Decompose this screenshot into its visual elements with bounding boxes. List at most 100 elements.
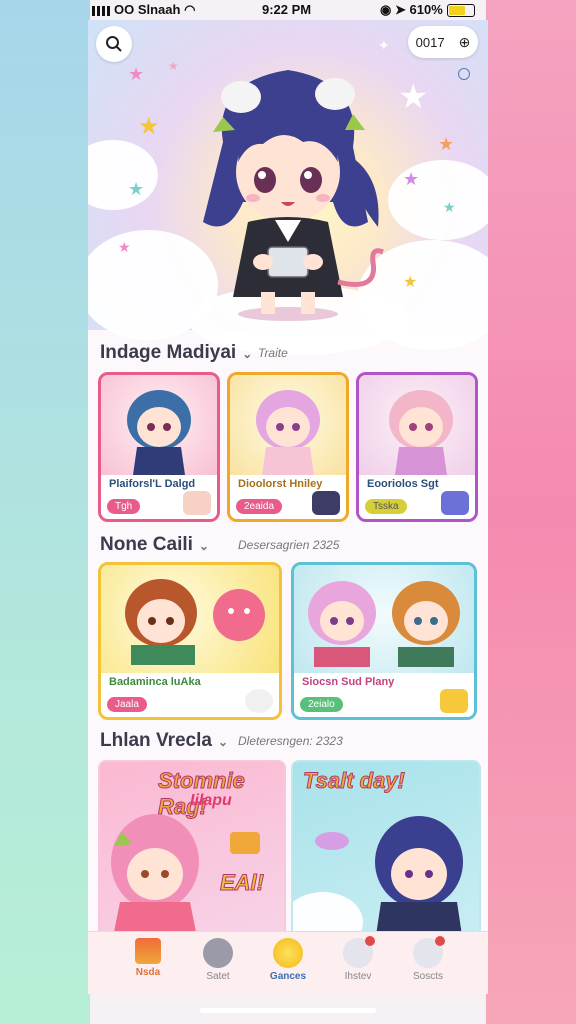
nav-label: Nsda: [135, 967, 161, 978]
avatar: [312, 491, 340, 515]
hero-banner: ★ ★ ★ ★ ★ ★ ★ ★ ★ ★ ✦ 0017 ⊕: [88, 20, 488, 355]
alarm-icon: ◉: [380, 2, 392, 17]
star-icon: ★: [168, 59, 179, 73]
card-title: Dioolorst Hniley: [238, 478, 323, 490]
game-card[interactable]: Eooriolos Sgt Tsska: [356, 372, 478, 522]
notification-badge: [435, 936, 445, 946]
background-left: [0, 0, 90, 1024]
card-tag: Jaala: [107, 697, 147, 712]
game-card[interactable]: Plaiforsl'L Dalgd Tgh: [98, 372, 220, 522]
card-art: [230, 375, 346, 475]
promo-banner[interactable]: Tsalt day!: [291, 760, 481, 944]
blob-icon: [315, 832, 349, 850]
star-icon: ★: [438, 134, 455, 154]
background-right: [486, 0, 576, 1024]
star-icon: ★: [128, 64, 145, 84]
pin-icon: ⊕: [458, 33, 471, 50]
section-subtitle: Dleteresngen: 2323: [238, 734, 343, 748]
counter-value: 0017: [415, 34, 445, 50]
character-illustration: [308, 581, 460, 667]
star-icon: ✦: [378, 37, 390, 53]
character-illustration: [375, 816, 463, 942]
nav-item-chat[interactable]: Ihstev: [328, 936, 388, 982]
home-indicator[interactable]: [200, 1008, 376, 1013]
promo-extra: EAl!: [220, 870, 265, 896]
section-title[interactable]: Indage Madiyai ⌄: [100, 342, 252, 364]
search-icon: [106, 36, 122, 52]
game-card[interactable]: Badaminca luAka Jaala: [98, 562, 282, 720]
card-tag: Tsska: [365, 499, 407, 514]
card-title: Plaiforsl'L Dalgd: [109, 478, 196, 490]
battery-icon: [446, 4, 475, 18]
chat-icon: [343, 936, 375, 968]
card-art: [359, 375, 475, 475]
card-title: Siocsn Sud Plany: [302, 676, 395, 688]
character-illustration: [389, 390, 453, 475]
promo-title: Tsalt day!: [303, 768, 406, 794]
section-title[interactable]: Lhlan Vrecla ⌄: [100, 730, 228, 752]
card-tag: Tgh: [107, 499, 141, 514]
nav-label: Satet: [206, 971, 230, 982]
star-icon: ★: [443, 199, 456, 215]
clock-icon[interactable]: [458, 68, 470, 80]
nav-item-explore[interactable]: Satet: [188, 938, 248, 982]
nav-item-home[interactable]: Nsda: [118, 938, 178, 978]
section-3-title: Lhlan Vrecla: [100, 730, 212, 751]
card-title: Badaminca luAka: [109, 676, 201, 688]
coin-icon: [273, 938, 303, 968]
chevron-down-icon: ⌄: [217, 735, 229, 749]
character-illustration: [125, 579, 265, 665]
section-title[interactable]: None Caili ⌄: [100, 534, 209, 556]
wifi-icon: ◠: [184, 2, 196, 17]
home-icon: [135, 938, 161, 964]
chevron-down-icon: ⌄: [198, 539, 209, 553]
nav-label: Ihstev: [344, 971, 372, 982]
food-icon: [183, 491, 211, 515]
signal-icon: [92, 5, 110, 16]
card-tag: 2eaida: [236, 499, 283, 514]
game-card[interactable]: Dioolorst Hniley 2eaida: [227, 372, 349, 522]
section-subtitle: Desersagrien 2325: [238, 538, 340, 552]
mascot-illustration: [203, 70, 384, 321]
star-icon: ★: [138, 113, 160, 140]
star-icon: ★: [118, 239, 131, 255]
chest-icon: [230, 832, 260, 854]
card-art: [101, 375, 217, 475]
card-tag: 2eialo: [300, 697, 343, 712]
cloud: [88, 140, 158, 210]
berry-icon: [441, 491, 469, 515]
clock: 9:22 PM: [262, 2, 312, 17]
bread-icon: [245, 689, 273, 713]
currency-counter[interactable]: 0017 ⊕: [408, 26, 478, 58]
card-art: [101, 565, 279, 673]
section-subtitle: Traite: [258, 346, 288, 360]
status-bar: OO Slnaah ◠ 9:22 PM ◉ ➤ 610%: [0, 0, 576, 20]
location-icon: ➤: [394, 2, 406, 17]
card-title: Eooriolos Sgt: [367, 478, 439, 490]
card-art: [294, 565, 474, 673]
notification-badge: [365, 936, 375, 946]
section-2-title: None Caili: [100, 534, 193, 555]
friends-icon: [413, 936, 445, 968]
nav-label: Gances: [269, 971, 307, 982]
character-illustration: [111, 814, 199, 942]
section-1-title: Indage Madiyai: [100, 342, 237, 363]
bottom-nav: Nsda Satet Gances Ihstev Soscts: [88, 931, 488, 994]
app-screen: ★ ★ ★ ★ ★ ★ ★ ★ ★ ★ ✦ 0017 ⊕ Indage Madi…: [88, 20, 488, 994]
battery-percent: 610%: [409, 2, 443, 17]
promo-banner[interactable]: Stomnie Rag! Iilapu EAl!: [98, 760, 286, 944]
nav-item-games[interactable]: Gances: [258, 938, 318, 982]
carrier-label: OO Slnaah: [114, 2, 181, 17]
treasure-icon: [440, 689, 468, 713]
game-card[interactable]: Siocsn Sud Plany 2eialo: [291, 562, 477, 720]
search-button[interactable]: [96, 26, 132, 62]
nav-item-friends[interactable]: Soscts: [398, 936, 458, 982]
star-icon: ★: [128, 179, 145, 199]
character-illustration: [256, 390, 320, 475]
star-icon: ★: [403, 169, 420, 189]
star-icon: ★: [398, 78, 429, 116]
compass-icon: [203, 938, 233, 968]
star-icon: ★: [403, 274, 418, 291]
nav-label: Soscts: [412, 971, 443, 982]
chevron-down-icon: ⌄: [242, 347, 253, 361]
